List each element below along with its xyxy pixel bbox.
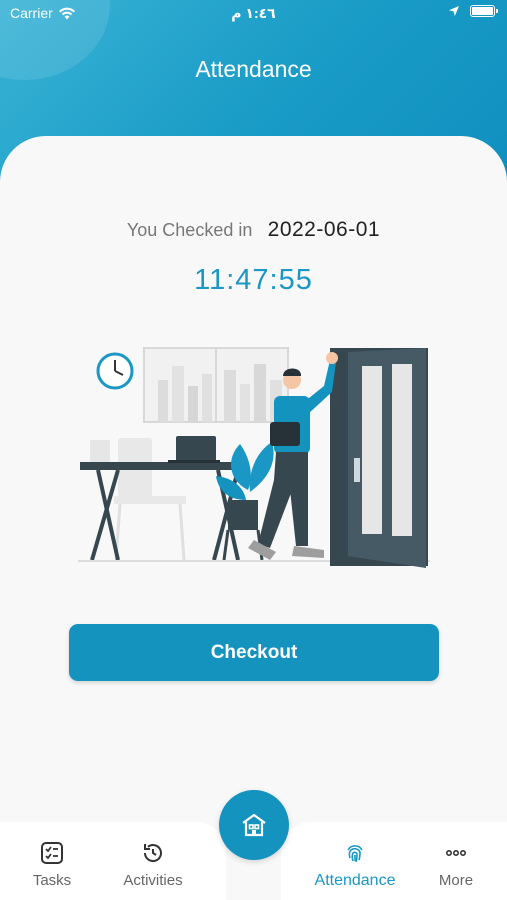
status-bar: Carrier ١:٤٦ م xyxy=(0,0,507,28)
battery-icon xyxy=(470,5,498,17)
checkout-button[interactable]: Checkout xyxy=(69,624,439,681)
home-fab-button[interactable] xyxy=(219,790,289,860)
checked-in-info: You Checked in 2022-06-01 xyxy=(0,218,507,242)
tab-activities[interactable]: Activities xyxy=(110,822,196,900)
tab-more[interactable]: More xyxy=(426,822,486,900)
status-time: ١:٤٦ م xyxy=(231,5,276,21)
location-arrow-icon xyxy=(449,6,459,16)
home-icon xyxy=(242,813,266,837)
office-checkout-illustration xyxy=(78,347,430,568)
checked-in-date: 2022-06-01 xyxy=(267,218,381,241)
tab-more-label: More xyxy=(438,872,474,889)
history-icon xyxy=(141,840,165,866)
tab-activities-label: Activities xyxy=(123,872,183,889)
page-title: Attendance xyxy=(195,56,312,82)
status-right xyxy=(448,5,498,17)
tab-tasks[interactable]: Tasks xyxy=(12,822,92,900)
fingerprint-icon xyxy=(343,840,367,866)
tab-attendance-label: Attendance xyxy=(314,872,396,889)
tab-attendance[interactable]: Attendance xyxy=(306,822,404,900)
checked-in-label: You Checked in xyxy=(126,220,253,240)
tab-tasks-label: Tasks xyxy=(32,872,72,889)
more-icon xyxy=(444,840,468,866)
tasks-icon xyxy=(40,840,64,866)
checked-in-time: 11:47:55 xyxy=(194,264,313,296)
